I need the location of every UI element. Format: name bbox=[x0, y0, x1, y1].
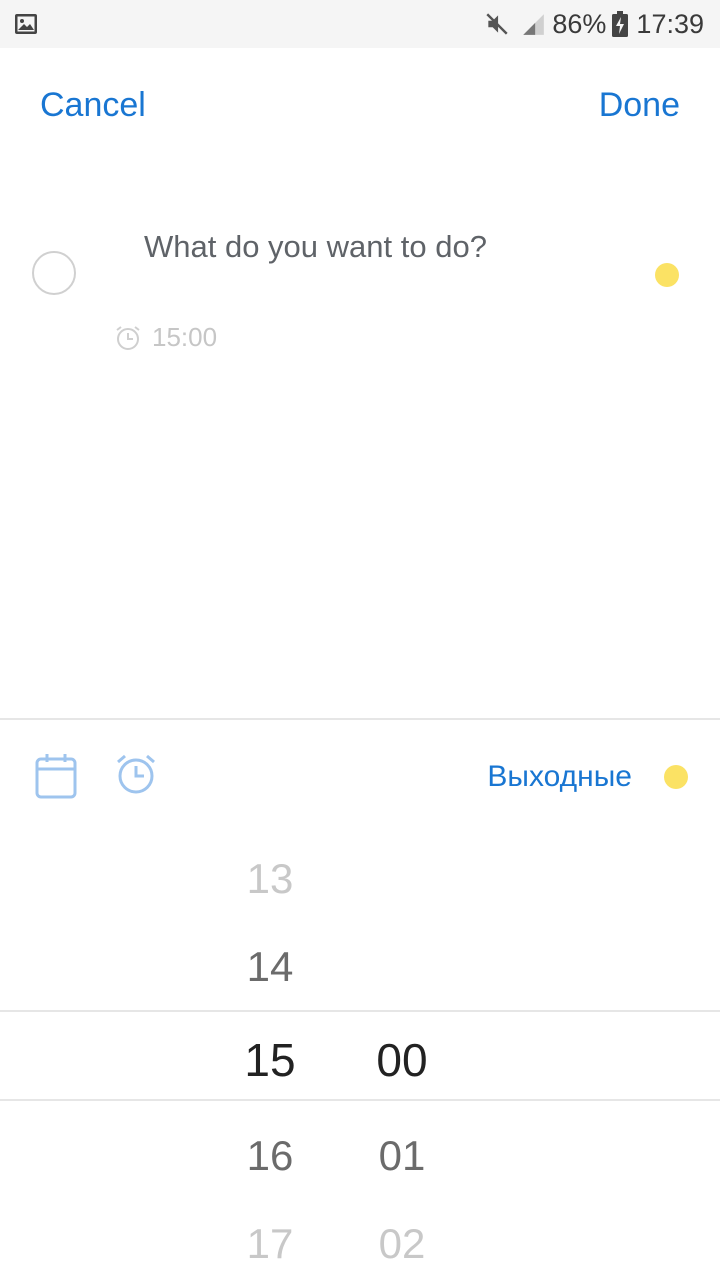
alarm-icon[interactable] bbox=[114, 752, 158, 796]
status-bar-right: 86% 17:39 bbox=[484, 0, 704, 48]
task-complete-checkbox[interactable] bbox=[32, 251, 76, 295]
picker-selection-bottom-line bbox=[0, 1099, 720, 1101]
gallery-notification-icon bbox=[15, 14, 37, 34]
cancel-button[interactable]: Cancel bbox=[40, 86, 146, 125]
list-selector[interactable]: Выходные bbox=[487, 760, 632, 794]
screen: 86% 17:39 Cancel Done 15:00 bbox=[0, 0, 720, 1280]
battery-percent: 86% bbox=[552, 8, 607, 39]
status-bar: 86% 17:39 bbox=[0, 0, 720, 48]
list-color-dot[interactable] bbox=[664, 765, 688, 789]
clock-time: 17:39 bbox=[636, 8, 704, 39]
time-picker[interactable]: 13 14 15 16 17 00 01 02 bbox=[0, 830, 720, 1280]
minute-option[interactable]: 01 bbox=[362, 1132, 442, 1180]
reminder-time: 15:00 bbox=[152, 322, 218, 352]
hour-option[interactable]: 17 bbox=[230, 1220, 310, 1268]
battery-icon bbox=[612, 11, 629, 37]
mute-icon bbox=[486, 13, 508, 35]
calendar-icon[interactable] bbox=[34, 752, 78, 800]
minute-option[interactable]: 02 bbox=[362, 1220, 442, 1268]
alarm-clock-icon bbox=[116, 325, 140, 350]
hour-option[interactable]: 14 bbox=[230, 943, 310, 991]
task-color-dot[interactable] bbox=[655, 263, 679, 287]
minute-option-selected[interactable]: 00 bbox=[362, 1033, 442, 1087]
toolbar-divider bbox=[0, 718, 720, 720]
done-button[interactable]: Done bbox=[599, 86, 680, 125]
signal-icon bbox=[523, 14, 545, 35]
task-title-input[interactable] bbox=[144, 222, 624, 272]
hour-option[interactable]: 13 bbox=[230, 855, 310, 903]
picker-selection-top-line bbox=[0, 1010, 720, 1012]
reminder-chip[interactable]: 15:00 bbox=[114, 322, 217, 353]
hour-option[interactable]: 16 bbox=[230, 1132, 310, 1180]
hour-option-selected[interactable]: 15 bbox=[230, 1033, 310, 1087]
